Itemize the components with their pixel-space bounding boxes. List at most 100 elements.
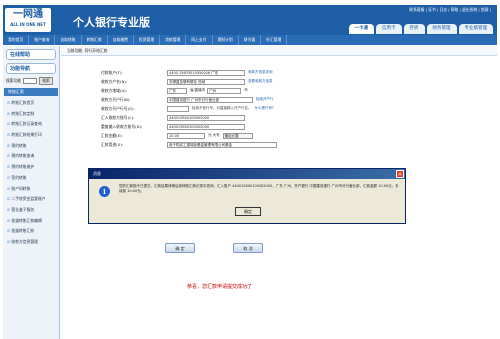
bank-no-input[interactable] (167, 105, 189, 112)
bullet-icon: ⊙ (7, 228, 11, 234)
nav-item[interactable]: 财付通 (239, 35, 262, 45)
account-confirm-label: 重复输入收款方账号(D): (101, 123, 143, 129)
form-row-account-confirm: 重复输入收款方账号(D): 440015800100002000 (101, 122, 381, 131)
sidebar-item[interactable]: ⊙ 签约转账 (3, 173, 59, 184)
sidebar-item[interactable]: ⊙ 营业盒子服务 (3, 205, 59, 216)
message-dialog: 消息 ✕ i 您的汇款指令已提交，汇款结果请稍后到转账汇款记录中查询。汇入账户 … (88, 168, 406, 224)
account-input[interactable]: 440015800100002000 (167, 114, 245, 121)
payer-select[interactable]: 4400.15633010550026 广东 (167, 69, 245, 76)
search-bank-link[interactable]: 检索开户行 (256, 97, 274, 102)
form-row-account: 汇入收款方账号(C): 440015800100002000 (101, 113, 381, 122)
sidebar-item[interactable]: ⊙ 预约转账 (3, 141, 59, 152)
sidebar-item[interactable]: ⊙ 转账汇款定制 (3, 109, 59, 120)
main-nav: 我的首页 账户查询 自助转账 转账汇款 自助缴费 投资管理 贷款管理 网上支付 … (3, 35, 497, 45)
sidebar-item[interactable]: ⊙ 转账汇款结果打印 (3, 130, 59, 141)
bullet-icon: ⊙ (7, 132, 11, 138)
payer-label: 付款账户(T): (101, 69, 123, 75)
nav-item[interactable]: 自助缴费 (108, 35, 134, 45)
close-icon[interactable]: ✕ (396, 170, 404, 178)
nav-item[interactable]: 投资管理 (134, 35, 161, 45)
sidebar-item[interactable]: ⊙ 预约转账查询 (3, 151, 59, 162)
bullet-icon: ⊙ (7, 174, 11, 180)
logo-cn: 一网通 (13, 9, 43, 20)
bullet-icon: ⊙ (7, 238, 11, 244)
nav-item[interactable]: 转账汇款 (82, 35, 108, 45)
tab-debit-card[interactable]: 一卡通 (348, 24, 374, 34)
info-icon: i (99, 186, 110, 197)
form-row-amount: 汇款金额(E): 10.00 元 大写 壹拾元整 (101, 131, 381, 140)
nav-item[interactable]: 自助转账 (55, 35, 82, 45)
province-suffix: 省/直辖市 (190, 88, 206, 92)
form-row-purpose: 汇款用途(U): 用于购买工银瑞信基金管理有限公司基金 (101, 140, 381, 149)
bullet-icon: ⊙ (7, 142, 11, 148)
purpose-label: 汇款用途(U): (101, 141, 124, 147)
search-button[interactable]: 搜索 (39, 77, 53, 85)
nav-item[interactable]: 账户查询 (29, 35, 56, 45)
app-header: 一网通 ALL IN ONE NET 个人银行专业版 联系客服 | 证书 | 日… (3, 5, 497, 35)
sidebar-item[interactable]: ⊙ 二手房资金监管账户 (3, 194, 59, 205)
transfer-form: 付款账户(T): 4400.15633010550026 广东 收款方信息查询 … (101, 68, 381, 149)
cancel-button[interactable]: 取 消 (233, 243, 263, 253)
top-tabs: 一卡通 信用卡 存折 财务管理 专业版管理 (348, 24, 493, 34)
account-confirm-input[interactable]: 440015800100002000 (167, 123, 245, 130)
tab-pro-manage[interactable]: 专业版管理 (458, 24, 493, 34)
nav-item[interactable]: 理财计划 (213, 35, 239, 45)
city-select[interactable]: 广州 (207, 87, 242, 94)
amount-input[interactable]: 10.00 (167, 132, 205, 139)
city-suffix: 市 (244, 88, 248, 92)
bullet-icon: ⊙ (7, 206, 11, 212)
tab-passbook[interactable]: 存折 (403, 24, 425, 34)
payee-name-input[interactable]: 去哪直至哪有哪至 西域 (167, 78, 245, 85)
payee-name-label: 收款方户名(N): (101, 78, 128, 84)
bank-no-hint: 检索不到行号，可直接输入开户行名。 (192, 106, 252, 110)
breadcrumb: 当前功能: 同行异地汇款 (61, 46, 497, 56)
sidebar-item[interactable]: ⊙ 账户间转账 (3, 184, 59, 195)
confirm-button[interactable]: 确 定 (165, 243, 195, 253)
search-input[interactable] (23, 78, 38, 84)
sidebar-item[interactable]: ⊙ 批量转账汇款编辑 (3, 216, 59, 227)
form-buttons: 确 定 取 消 (165, 243, 263, 253)
province-select[interactable]: 广东 (167, 87, 187, 94)
bank-select[interactable]: 中国建设银行 广州市分行营业部 (167, 96, 253, 103)
bullet-icon: ⊙ (7, 164, 11, 170)
dialog-titlebar[interactable]: 消息 ✕ (89, 169, 405, 179)
tab-finance[interactable]: 财务管理 (426, 24, 457, 34)
bullet-icon: ⊙ (7, 121, 11, 127)
purpose-input[interactable]: 用于购买工银瑞信基金管理有限公司基金 (167, 141, 277, 148)
bullet-icon: ⊙ (7, 196, 11, 202)
nav-item[interactable]: 网上支付 (186, 35, 213, 45)
sidebar: 在线帮助 功能导航 搜索功能 搜索 转账汇款 ⊙ 转账汇款首页 ⊙ 转账汇款定制… (3, 46, 60, 339)
sidebar-item[interactable]: ⊙ 批量转账汇款 (3, 226, 59, 237)
sidebar-item[interactable]: ⊙ 转账汇款首页 (3, 98, 59, 109)
search-label: 搜索功能 (6, 78, 22, 83)
form-row-payer: 付款账户(T): 4400.15633010550026 广东 收款方信息查询 (101, 68, 381, 77)
dialog-title: 消息 (93, 171, 101, 176)
amount-unit: 元 大写 (208, 133, 220, 137)
online-help-button[interactable]: 在线帮助 (6, 49, 56, 60)
payee-region-label: 收款方地域(A): (101, 87, 127, 93)
logo-en: ALL IN ONE NET (10, 22, 46, 27)
sidebar-item[interactable]: ⊙ 收款方信息管理 (3, 237, 59, 248)
nav-item[interactable]: 贷款管理 (160, 35, 187, 45)
ok-button[interactable]: 确定 (235, 207, 261, 216)
function-nav-button[interactable]: 功能导航 (6, 63, 56, 74)
sidebar-item[interactable]: ⊙ 转账汇款记录查询 (3, 119, 59, 130)
bullet-icon: ⊙ (7, 185, 11, 191)
nav-item[interactable]: 外汇管理 (261, 35, 288, 45)
bullet-icon: ⊙ (7, 217, 11, 223)
sidebar-item[interactable]: ⊙ 预约转账维护 (3, 162, 59, 173)
tab-credit-card[interactable]: 信用卡 (376, 24, 402, 34)
amount-label: 汇款金额(E): (101, 132, 123, 138)
form-row-payee-name: 收款方户名(N): 去哪直至哪有哪至 西域 查看收款方信息 (101, 77, 381, 86)
nav-item[interactable]: 我的首页 (3, 35, 30, 45)
form-row-region: 收款方地域(A): 广东 省/直辖市 广州 市 (101, 86, 381, 95)
payee-query-link[interactable]: 收款方信息查询 (248, 70, 273, 75)
bullet-icon: ⊙ (7, 110, 11, 116)
top-links[interactable]: 联系客服 | 证书 | 日志 | 帮助 | 退出系统 | 锁屏 | (409, 7, 491, 13)
bank-logo[interactable]: 一网通 ALL IN ONE NET (5, 8, 51, 32)
payee-info-link[interactable]: 查看收款方信息 (248, 79, 273, 84)
sidebar-section-transfer[interactable]: 转账汇款 (4, 88, 58, 96)
bank-no-help-link[interactable]: 什么是行号? (255, 106, 274, 111)
form-row-bank-no: 收款方开户行号(G): 检索不到行号，可直接输入开户行名。 什么是行号? (101, 104, 381, 113)
sidebar-search: 搜索功能 搜索 (6, 77, 56, 85)
